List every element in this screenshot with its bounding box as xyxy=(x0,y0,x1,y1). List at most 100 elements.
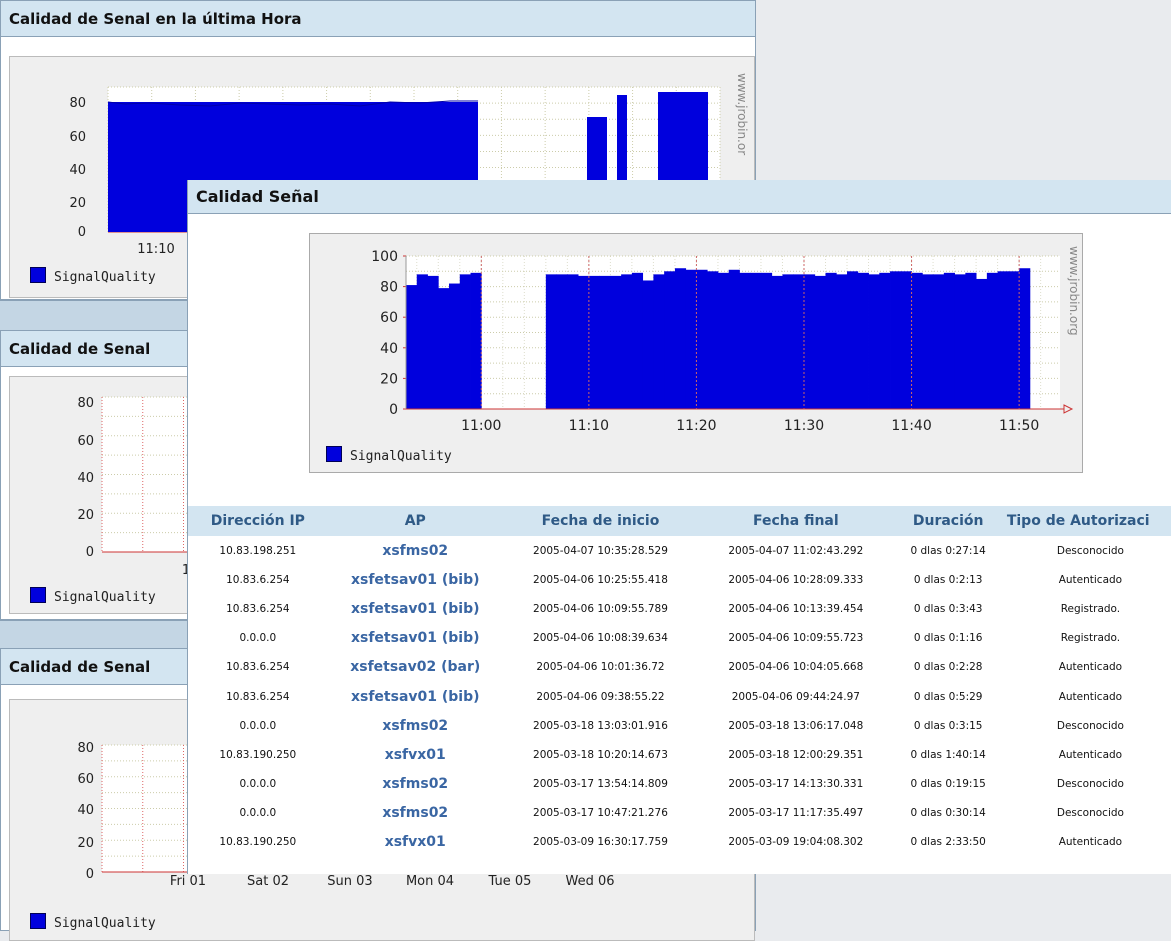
table-row: 10.83.6.254 xsfetsav02 (bar) 2005-04-06 10… xyxy=(188,653,1171,682)
third-x-tick: Wed 06 xyxy=(565,874,614,889)
legend-swatch xyxy=(30,913,46,929)
cell-duration: 0 dlas 0:27:14 xyxy=(910,544,986,557)
signal-bar xyxy=(578,275,590,409)
col-header-ip[interactable]: Dirección IP xyxy=(188,506,328,536)
y-tick-label: 40 xyxy=(380,341,398,357)
signal-bar xyxy=(814,275,826,409)
cell-end: 2005-03-18 13:06:17.048 xyxy=(728,719,864,732)
signal-bar xyxy=(653,274,665,409)
cell-ap[interactable]: xsfetsav01 (bib) xyxy=(328,594,503,623)
cell-start: 2005-03-17 10:47:21.276 xyxy=(533,807,668,820)
signal-bar xyxy=(943,272,955,409)
cell-start: 2005-04-06 09:38:55.22 xyxy=(536,690,665,703)
cell-ip: 10.83.190.250 xyxy=(219,836,297,849)
cell-ap[interactable]: xsfetsav01 (bib) xyxy=(328,565,503,594)
x-axis-arrow xyxy=(1063,404,1074,414)
third-y-tick: 0 xyxy=(86,867,94,882)
cell-ip: 10.83.190.250 xyxy=(219,748,297,761)
cell-end: 2005-04-06 10:09:55.723 xyxy=(728,632,864,645)
table-header-row: Dirección IP AP Fecha de inicio Fecha fi… xyxy=(188,506,1171,536)
cell-end: 2005-04-06 09:44:24.97 xyxy=(731,690,860,703)
x-tick-label: 11:50 xyxy=(999,418,1039,434)
cell-ap[interactable]: xsfvx01 xyxy=(328,740,503,769)
cell-ip: 0.0.0.0 xyxy=(239,778,277,791)
legend-swatch xyxy=(30,587,46,603)
col-header-start[interactable]: Fecha de inicio xyxy=(502,506,699,536)
signal-chart: 11:00 11:10 11:20 11:30 11:40 11:50 0 20 40 60 80 1… xyxy=(371,246,1081,434)
signal-bar xyxy=(976,278,988,409)
cell-ap[interactable]: xsfms02 xyxy=(328,770,503,799)
cell-end: 2005-04-07 11:02:43.292 xyxy=(728,544,864,557)
legend-swatch xyxy=(326,446,342,462)
cell-end: 2005-03-18 12:00:29.351 xyxy=(728,748,864,761)
cell-ap[interactable]: xsfetsav01 (bib) xyxy=(328,682,503,711)
signal-bar xyxy=(599,275,611,409)
cell-ap[interactable]: xsfms02 xyxy=(328,799,503,828)
signal-bar xyxy=(545,274,557,409)
cell-duration: 0 dlas 0:1:16 xyxy=(913,632,983,645)
signal-bar xyxy=(470,272,482,409)
cell-end: 2005-04-06 10:13:39.454 xyxy=(728,602,864,615)
second-y-tick: 40 xyxy=(77,471,94,486)
y-tick-label: 80 xyxy=(380,280,398,296)
signal-bar xyxy=(588,275,601,409)
second-y-tick: 20 xyxy=(77,508,94,523)
y-tick-label: 100 xyxy=(371,249,398,265)
front-window-title: Calidad Señal xyxy=(188,180,1171,214)
cell-ip: 0.0.0.0 xyxy=(239,632,277,645)
second-y-tick: 80 xyxy=(77,396,94,411)
signal-bar xyxy=(728,269,740,409)
cell-ip: 10.83.6.254 xyxy=(226,602,290,615)
table-row: 0.0.0.0 xsfetsav01 (bib) 2005-04-06 10:08:… xyxy=(188,624,1171,653)
signal-bar xyxy=(836,274,848,409)
signal-bar xyxy=(803,274,816,409)
cell-ip: 10.83.198.251 xyxy=(219,544,297,557)
third-x-tick: Mon 04 xyxy=(406,874,454,889)
cell-ap[interactable]: xsfms02 xyxy=(328,536,503,565)
signal-bar xyxy=(890,271,902,409)
col-header-duration[interactable]: Duración xyxy=(893,506,1003,536)
cell-end: 2005-03-17 11:17:35.497 xyxy=(728,807,864,820)
hour-y-tick: 0 xyxy=(78,225,86,240)
cell-auth: Desconocido xyxy=(1056,778,1124,791)
hour-y-tick: 60 xyxy=(69,130,86,145)
cell-auth: Desconocido xyxy=(1056,719,1124,732)
hour-y-tick: 80 xyxy=(69,96,86,111)
signal-bar xyxy=(793,274,805,409)
y-tick-label: 0 xyxy=(389,402,398,418)
x-tick-label: 11:10 xyxy=(569,418,609,434)
cell-ap[interactable]: xsfetsav02 (bar) xyxy=(328,653,503,682)
signal-bar xyxy=(707,271,719,409)
cell-ap[interactable]: xsfvx01 xyxy=(328,828,503,857)
hour-x-tick: 11:10 xyxy=(137,242,174,257)
signal-bar xyxy=(664,271,676,409)
signal-bar xyxy=(1019,268,1031,409)
cell-auth: Autenticado xyxy=(1058,748,1123,761)
col-header-auth[interactable]: Tipo de Autorizaci xyxy=(1002,506,1171,536)
hour-panel-title: Calidad de Senal en la última Hora xyxy=(1,1,755,37)
second-legend: SignalQuality xyxy=(30,587,156,605)
legend-swatch xyxy=(30,267,46,283)
cell-start: 2005-03-17 13:54:14.809 xyxy=(533,778,668,791)
signal-bar xyxy=(997,271,1009,409)
third-x-tick: Sun 03 xyxy=(327,874,372,889)
cell-auth: Registrado. xyxy=(1060,632,1121,645)
signal-bar xyxy=(750,272,762,409)
cell-auth: Desconocido xyxy=(1056,544,1124,557)
cell-auth: Autenticado xyxy=(1058,661,1123,674)
cell-ap[interactable]: xsfetsav01 (bib) xyxy=(328,624,503,653)
signal-chart-canvas: 11:00 11:10 11:20 11:30 11:40 11:50 0 20 40 60 80 1… xyxy=(309,233,1083,473)
hour-legend: SignalQuality xyxy=(30,267,156,285)
col-header-end[interactable]: Fecha final xyxy=(698,506,894,536)
cell-duration: 0 dlas 0:30:14 xyxy=(910,807,986,820)
cell-duration: 0 dlas 0:2:28 xyxy=(913,661,983,674)
cell-auth: Autenticado xyxy=(1058,573,1123,586)
y-tick-label: 60 xyxy=(380,310,398,326)
cell-start: 2005-04-06 10:09:55.789 xyxy=(533,602,668,615)
table-row: 0.0.0.0 xsfms02 2005-03-18 13:03:01.916 200… xyxy=(188,711,1171,740)
col-header-ap[interactable]: AP xyxy=(327,506,503,536)
cell-ip: 10.83.6.254 xyxy=(226,661,290,674)
signal-bar xyxy=(782,274,794,409)
signal-bar xyxy=(986,272,999,409)
cell-ap[interactable]: xsfms02 xyxy=(328,711,503,740)
